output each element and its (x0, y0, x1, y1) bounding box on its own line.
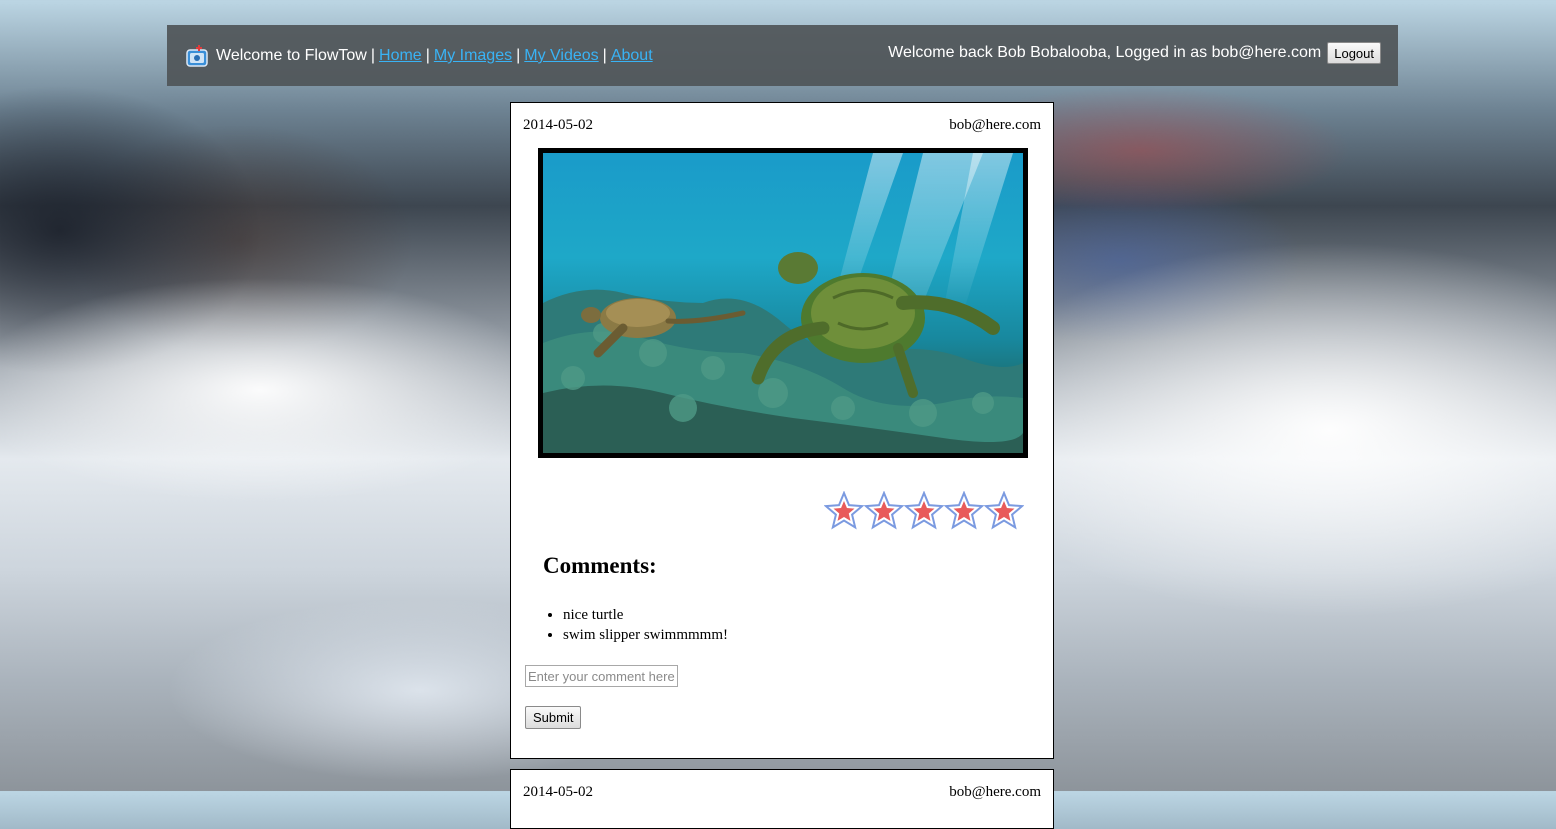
star-icon[interactable] (944, 491, 984, 531)
user-status: Welcome back Bob Bobalooba, Logged in as… (888, 42, 1381, 64)
image-post-card: 2014-05-02 bob@here.com (510, 102, 1054, 759)
nav-link-my-videos[interactable]: My Videos (524, 47, 598, 65)
comment-list: nice turtle swim slipper swimmmmm! (563, 605, 728, 645)
separator: | (370, 47, 376, 64)
welcome-title: Welcome to FlowTow (216, 47, 367, 64)
submit-comment-button[interactable]: Submit (525, 706, 582, 729)
top-navigation-bar: Welcome to FlowTow | Home | My Images | … (167, 25, 1398, 86)
comments-heading: Comments: (543, 553, 657, 578)
nav-link-my-images[interactable]: My Images (434, 47, 512, 65)
sea-turtles-photo (538, 148, 1028, 458)
image-post-card: 2014-05-02 bob@here.com (510, 769, 1054, 829)
post-date: 2014-05-02 (523, 784, 593, 800)
comment-item: nice turtle (563, 605, 728, 625)
nav-link-home[interactable]: Home (379, 47, 422, 65)
nav-link-about[interactable]: About (611, 47, 653, 65)
brand-nav: Welcome to FlowTow | Home | My Images | … (185, 44, 653, 68)
logout-button[interactable]: Logout (1327, 42, 1381, 64)
star-icon[interactable] (864, 491, 904, 531)
flowtow-logo-icon (185, 44, 209, 68)
post-author: bob@here.com (949, 784, 1041, 800)
separator: | (516, 47, 521, 64)
logged-in-text: Welcome back Bob Bobalooba, Logged in as… (888, 44, 1322, 61)
post-author: bob@here.com (949, 117, 1041, 133)
separator: | (425, 47, 430, 64)
star-icon[interactable] (824, 491, 864, 531)
comment-input[interactable] (525, 665, 678, 687)
comment-item: swim slipper swimmmmm! (563, 625, 728, 645)
separator: | (602, 47, 607, 64)
star-icon[interactable] (984, 491, 1024, 531)
post-date: 2014-05-02 (523, 117, 593, 133)
star-icon[interactable] (904, 491, 944, 531)
star-rating (824, 491, 1024, 531)
